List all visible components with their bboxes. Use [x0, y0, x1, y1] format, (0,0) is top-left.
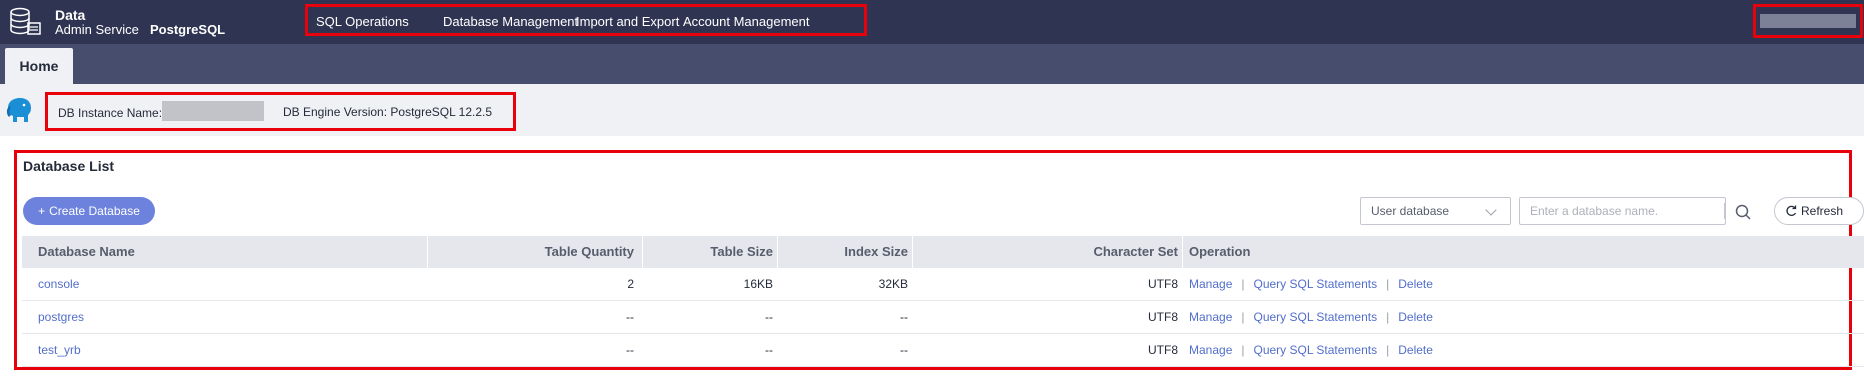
column-operation: Operation	[1189, 244, 1251, 259]
operation-cell: Manage | Query SQL Statements | Delete	[1189, 301, 1433, 334]
operation-separator: |	[1386, 343, 1390, 357]
instance-name-redacted	[162, 101, 264, 121]
chevron-down-icon	[1485, 204, 1497, 216]
query-sql-link[interactable]: Query SQL Statements	[1254, 310, 1378, 324]
query-sql-link[interactable]: Query SQL Statements	[1254, 277, 1378, 291]
column-character-set[interactable]: Character Set	[912, 236, 1178, 268]
table-size-cell: --	[765, 343, 773, 357]
manage-link[interactable]: Manage	[1189, 310, 1232, 324]
database-type-value: User database	[1371, 204, 1450, 218]
operation-separator: |	[1241, 277, 1245, 291]
column-table-quantity[interactable]: Table Quantity	[427, 236, 634, 268]
instance-info: DB Instance Name: DB Engine Version: Pos…	[45, 92, 516, 131]
database-type-select[interactable]: User database	[1360, 197, 1511, 225]
refresh-button[interactable]: Refresh	[1774, 197, 1864, 225]
index-size-cell: 32KB	[878, 277, 908, 291]
nav-account-management[interactable]: Account Management	[683, 14, 809, 29]
create-database-label: Create Database	[49, 204, 140, 218]
search-divider	[1724, 203, 1725, 219]
table-quantity-cell: --	[626, 343, 634, 357]
table-quantity-cell: --	[626, 310, 634, 324]
column-index-size[interactable]: Index Size	[777, 236, 908, 268]
manage-link[interactable]: Manage	[1189, 343, 1232, 357]
manage-link[interactable]: Manage	[1189, 277, 1232, 291]
index-size-cell: --	[900, 343, 908, 357]
column-database-name[interactable]: Database Name	[38, 236, 135, 268]
user-menu[interactable]	[1753, 4, 1863, 38]
table-quantity-cell: 2	[627, 277, 634, 291]
plus-icon: +	[38, 204, 46, 218]
character-set-cell: UTF8	[1148, 310, 1178, 324]
table-row: postgres -- -- -- UTF8 Manage | Query SQL …	[22, 301, 1864, 334]
search-placeholder: Enter a database name.	[1530, 204, 1659, 218]
brand-engine: PostgreSQL	[150, 22, 226, 37]
table-size-cell: 16KB	[743, 277, 773, 291]
delete-link[interactable]: Delete	[1398, 310, 1433, 324]
operation-separator: |	[1386, 277, 1390, 291]
operation-separator: |	[1241, 310, 1245, 324]
table-row: console 2 16KB 32KB UTF8 Manage | Query SQ…	[22, 268, 1864, 301]
operation-cell: Manage | Query SQL Statements | Delete	[1189, 268, 1433, 301]
database-logo-icon	[10, 7, 41, 35]
brand-subtitle: Admin Service	[55, 22, 139, 37]
character-set-cell: UTF8	[1148, 343, 1178, 357]
top-navigation: SQL Operations Database Management Impor…	[305, 4, 867, 36]
tab-home[interactable]: Home	[5, 48, 73, 84]
index-size-cell: --	[900, 310, 908, 324]
brand-title: Data	[55, 7, 86, 23]
instance-name-label: DB Instance Name:	[58, 106, 163, 120]
database-name-link[interactable]: postgres	[38, 301, 84, 334]
table-row: test_yrb -- -- -- UTF8 Manage | Query SQL …	[22, 334, 1864, 367]
create-database-button[interactable]: + Create Database	[23, 197, 155, 225]
postgresql-elephant-icon	[6, 98, 31, 122]
nav-import-export[interactable]: Import and Export	[576, 14, 679, 29]
database-list-title: Database List	[23, 158, 115, 174]
user-name-redacted	[1760, 14, 1856, 28]
top-bar: Data Admin Service PostgreSQL SQL Operat…	[0, 0, 1864, 44]
operation-separator: |	[1386, 310, 1390, 324]
refresh-label: Refresh	[1801, 204, 1844, 218]
nav-sql-operations[interactable]: SQL Operations	[316, 14, 409, 29]
refresh-icon	[1786, 205, 1797, 216]
operation-separator: |	[1241, 343, 1245, 357]
database-name-link[interactable]: test_yrb	[38, 334, 81, 367]
engine-version: DB Engine Version: PostgreSQL 12.2.5	[283, 105, 493, 119]
database-table: Database Name Table Quantity Table Size …	[22, 236, 1864, 367]
column-divider	[1182, 236, 1183, 268]
table-size-cell: --	[765, 310, 773, 324]
delete-link[interactable]: Delete	[1398, 343, 1433, 357]
delete-link[interactable]: Delete	[1398, 277, 1433, 291]
tab-bar: Home	[0, 44, 1864, 84]
operation-cell: Manage | Query SQL Statements | Delete	[1189, 334, 1433, 367]
query-sql-link[interactable]: Query SQL Statements	[1254, 343, 1378, 357]
database-name-link[interactable]: console	[38, 268, 79, 301]
character-set-cell: UTF8	[1148, 277, 1178, 291]
column-table-size[interactable]: Table Size	[642, 236, 773, 268]
table-header: Database Name Table Quantity Table Size …	[22, 236, 1864, 268]
search-icon[interactable]	[1734, 203, 1752, 221]
database-search-input[interactable]: Enter a database name.	[1519, 197, 1751, 225]
nav-database-management[interactable]: Database Management	[443, 14, 578, 29]
